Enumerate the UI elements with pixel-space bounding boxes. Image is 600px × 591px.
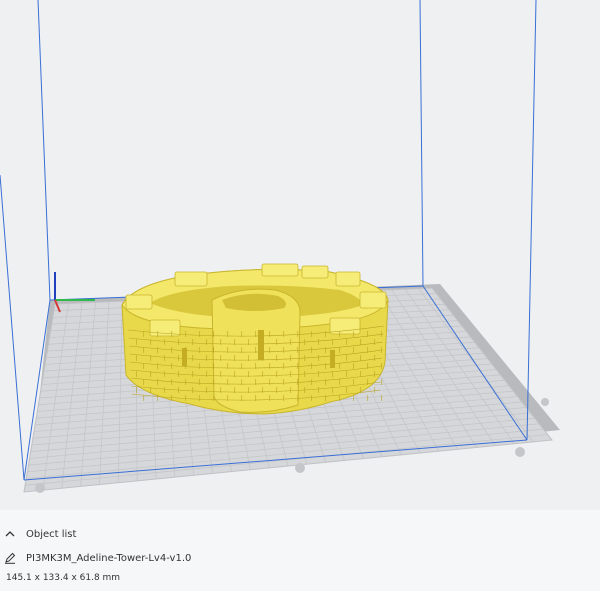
object-dimensions: 145.1 x 133.4 x 61.8 mm <box>6 573 121 583</box>
pencil-icon[interactable] <box>4 552 16 564</box>
3d-viewport[interactable] <box>0 0 600 510</box>
object-list-toggle[interactable]: Object list <box>4 526 76 542</box>
object-list-panel: Object list PI3MK3M_Adeline-Tower-Lv4-v1… <box>0 510 600 591</box>
object-name: PI3MK3M_Adeline-Tower-Lv4-v1.0 <box>26 552 192 564</box>
object-name-field[interactable]: PI3MK3M_Adeline-Tower-Lv4-v1.0 <box>4 550 191 566</box>
object-list-title: Object list <box>26 528 77 540</box>
tower-model[interactable] <box>121 263 389 415</box>
chevron-up-icon <box>5 531 15 537</box>
